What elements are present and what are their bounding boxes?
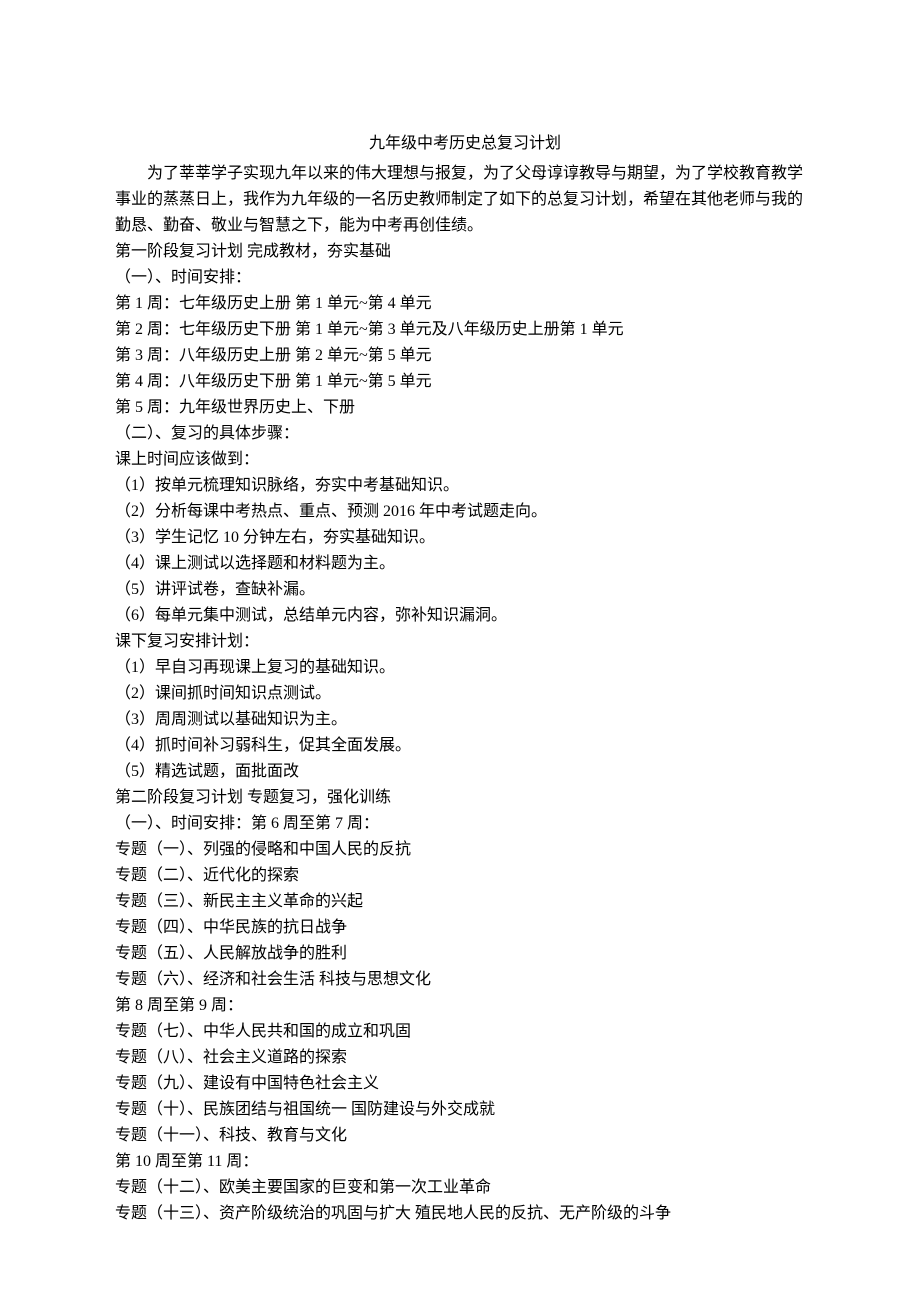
document-line: 专题（三）、新民主主义革命的兴起 [115, 889, 815, 915]
document-line: 专题（九）、建设有中国特色社会主义 [115, 1071, 815, 1097]
document-line: （1）早自习再现课上复习的基础知识。 [115, 655, 815, 681]
document-line: 专题（十）、民族团结与祖国统一 国防建设与外交成就 [115, 1097, 815, 1123]
document-line: （二）、复习的具体步骤： [115, 421, 815, 447]
document-line: 第二阶段复习计划 专题复习，强化训练 [115, 785, 815, 811]
document-line: （2）课间抓时间知识点测试。 [115, 681, 815, 707]
document-line: 专题（二）、近代化的探索 [115, 863, 815, 889]
document-line: 第 4 周：八年级历史下册 第 1 单元~第 5 单元 [115, 369, 815, 395]
document-line: （4）课上测试以选择题和材料题为主。 [115, 551, 815, 577]
document-line: （5）精选试题，面批面改 [115, 759, 815, 785]
document-intro: 为了莘莘学子实现九年以来的伟大理想与报复，为了父母谆谆教导与期望，为了学校教育教… [115, 161, 815, 239]
document-line: 专题（八）、社会主义道路的探索 [115, 1045, 815, 1071]
document-line: 第 10 周至第 11 周： [115, 1149, 815, 1175]
document-line: 专题（四）、中华民族的抗日战争 [115, 915, 815, 941]
document-line: （4）抓时间补习弱科生，促其全面发展。 [115, 733, 815, 759]
document-body: 第一阶段复习计划 完成教材，夯实基础（一）、时间安排：第 1 周：七年级历史上册… [115, 239, 815, 1227]
document-line: （3）周周测试以基础知识为主。 [115, 707, 815, 733]
document-line: 专题（六）、经济和社会生活 科技与思想文化 [115, 967, 815, 993]
document-line: （1）按单元梳理知识脉络，夯实中考基础知识。 [115, 473, 815, 499]
document-line: 第 2 周：七年级历史下册 第 1 单元~第 3 单元及八年级历史上册第 1 单… [115, 317, 815, 343]
document-line: 专题（十一）、科技、教育与文化 [115, 1123, 815, 1149]
document-line: （一）、时间安排：第 6 周至第 7 周： [115, 811, 815, 837]
document-title: 九年级中考历史总复习计划 [115, 131, 815, 157]
document-line: 专题（一）、列强的侵略和中国人民的反抗 [115, 837, 815, 863]
document-line: （2）分析每课中考热点、重点、预测 2016 年中考试题走向。 [115, 499, 815, 525]
document-line: （5）讲评试卷，查缺补漏。 [115, 577, 815, 603]
document-line: （3）学生记忆 10 分钟左右，夯实基础知识。 [115, 525, 815, 551]
document-page: 九年级中考历史总复习计划 为了莘莘学子实现九年以来的伟大理想与报复，为了父母谆谆… [0, 0, 920, 1307]
document-line: 专题（七）、中华人民共和国的成立和巩固 [115, 1019, 815, 1045]
document-line: 课下复习安排计划： [115, 629, 815, 655]
document-line: 专题（十三）、资产阶级统治的巩固与扩大 殖民地人民的反抗、无产阶级的斗争 [115, 1201, 815, 1227]
document-line: （一）、时间安排： [115, 265, 815, 291]
document-line: （6）每单元集中测试，总结单元内容，弥补知识漏洞。 [115, 603, 815, 629]
document-line: 第 5 周：九年级世界历史上、下册 [115, 395, 815, 421]
document-line: 第 8 周至第 9 周： [115, 993, 815, 1019]
document-line: 专题（五）、人民解放战争的胜利 [115, 941, 815, 967]
document-line: 第 3 周：八年级历史上册 第 2 单元~第 5 单元 [115, 343, 815, 369]
document-line: 专题（十二）、欧美主要国家的巨变和第一次工业革命 [115, 1175, 815, 1201]
document-line: 课上时间应该做到： [115, 447, 815, 473]
document-line: 第一阶段复习计划 完成教材，夯实基础 [115, 239, 815, 265]
document-line: 第 1 周：七年级历史上册 第 1 单元~第 4 单元 [115, 291, 815, 317]
